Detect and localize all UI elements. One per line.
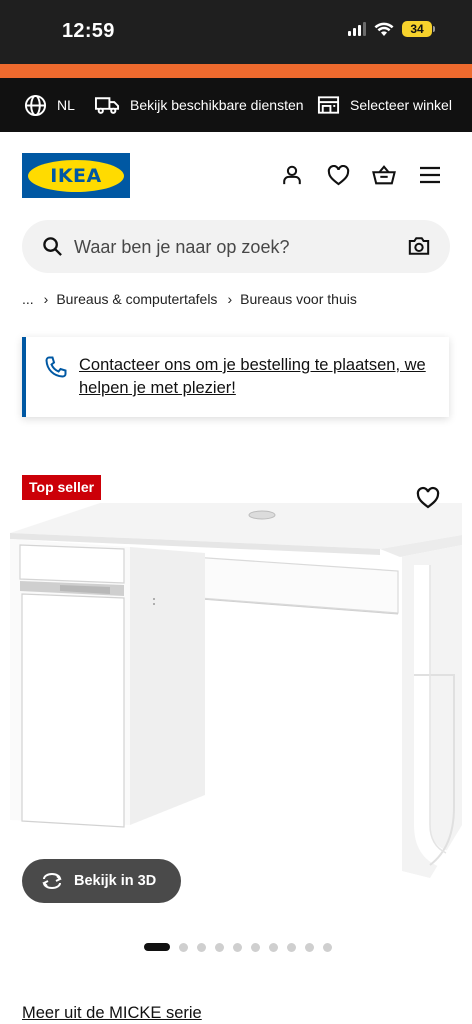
services-label: Bekijk beschikbare diensten <box>130 97 304 113</box>
services-link[interactable]: Bekijk beschikbare diensten <box>95 78 304 132</box>
logo-text: IKEA <box>50 164 102 187</box>
language-label: NL <box>57 97 75 113</box>
product-image[interactable] <box>0 495 472 890</box>
language-selector[interactable]: NL <box>24 78 75 132</box>
contact-link[interactable]: Contacteer ons om je bestelling te plaat… <box>79 354 439 400</box>
image-carousel-dots <box>144 942 332 952</box>
carousel-dot[interactable] <box>179 942 188 952</box>
camera-icon[interactable] <box>408 236 430 256</box>
search-input[interactable] <box>74 230 394 264</box>
breadcrumb-item[interactable]: Bureaus voor thuis <box>240 291 357 307</box>
truck-icon <box>95 97 120 114</box>
breadcrumb: ... › Bureaus & computertafels › Bureaus… <box>22 291 357 307</box>
search-bar[interactable] <box>22 220 450 273</box>
menu-icon[interactable] <box>418 163 442 187</box>
chevron-right-icon: › <box>227 291 233 307</box>
search-icon <box>43 237 62 256</box>
carousel-dot[interactable] <box>251 942 260 952</box>
status-time: 12:59 <box>62 20 115 42</box>
promo-stripe <box>0 64 472 78</box>
phone-icon <box>45 356 67 378</box>
carousel-dot[interactable] <box>233 942 242 952</box>
globe-icon <box>24 94 47 116</box>
battery-indicator: 34 <box>402 21 435 37</box>
basket-icon[interactable] <box>372 163 396 187</box>
top-nav: NL Bekijk beschikbare diensten Selecteer… <box>0 78 472 132</box>
wifi-icon <box>374 22 394 36</box>
status-indicators: 34 <box>348 21 435 37</box>
carousel-dot[interactable] <box>197 942 206 952</box>
user-icon[interactable] <box>280 163 304 187</box>
header-actions <box>280 163 442 187</box>
breadcrumb-item[interactable]: Bureaus & computertafels <box>56 291 217 307</box>
view-3d-label: Bekijk in 3D <box>74 873 157 889</box>
store-selector[interactable]: Selecteer winkel <box>317 78 452 132</box>
store-icon <box>317 96 340 114</box>
contact-card: Contacteer ons om je bestelling te plaat… <box>22 337 449 417</box>
ikea-logo[interactable]: IKEA <box>22 153 130 198</box>
chevron-right-icon: › <box>43 291 49 307</box>
carousel-dot[interactable] <box>144 943 170 951</box>
micke-series-link[interactable]: Meer uit de MICKE serie <box>22 1004 202 1023</box>
cellular-signal-icon <box>348 22 366 36</box>
favourite-heart-icon[interactable] <box>416 486 440 510</box>
status-bar: 12:59 34 <box>0 0 472 64</box>
carousel-dot[interactable] <box>323 942 332 952</box>
carousel-dot[interactable] <box>305 942 314 952</box>
rotate-3d-icon <box>42 873 62 889</box>
breadcrumb-ellipsis[interactable]: ... <box>22 291 34 307</box>
carousel-dot[interactable] <box>287 942 296 952</box>
view-3d-button[interactable]: Bekijk in 3D <box>22 859 181 903</box>
carousel-dot[interactable] <box>215 942 224 952</box>
heart-icon[interactable] <box>326 163 350 187</box>
store-label: Selecteer winkel <box>350 97 452 113</box>
carousel-dot[interactable] <box>269 942 278 952</box>
top-seller-badge: Top seller <box>22 475 102 500</box>
